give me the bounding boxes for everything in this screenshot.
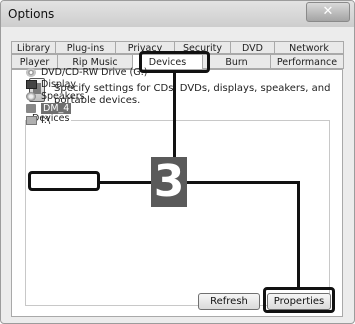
device-label: Speakers [41,91,85,102]
device-item-display[interactable]: Display [26,79,148,91]
device-label: DM_4 [41,103,72,114]
device-label: DVD/CD-RW Drive (G:) [41,67,148,78]
usb-drive-icon [26,116,37,125]
callout-highlight-device [28,171,100,191]
monitor-icon [26,80,37,89]
tab-burn[interactable]: Burn [203,54,271,69]
callout-line [186,181,299,184]
tab-network[interactable]: Network [275,41,344,54]
device-item-speakers[interactable]: Speakers [26,91,148,103]
device-label: Display [41,79,77,90]
step-number-badge: 3 [151,157,187,207]
speaker-icon [26,92,36,101]
device-label: I:\ [41,115,51,126]
devices-list[interactable]: DVD/CD-RW Drive (G:) Display Speakers DM… [26,67,148,127]
tab-library[interactable]: Library [11,41,56,54]
devices-group-box [25,120,330,306]
tab-performance[interactable]: Performance [271,54,344,69]
disc-drive-icon [26,68,36,77]
title-bar[interactable]: Options ✕ [1,1,354,27]
tab-plug-ins[interactable]: Plug-ins [56,41,116,54]
callout-line [99,181,152,184]
close-button[interactable]: ✕ [306,2,350,22]
portable-device-icon [26,104,36,113]
options-dialog: Options ✕ Library Plug-ins Privacy Secur… [0,0,355,324]
refresh-button[interactable]: Refresh [198,293,260,310]
callout-line [173,72,176,160]
device-item-dvd-drive[interactable]: DVD/CD-RW Drive (G:) [26,67,148,79]
tab-dvd[interactable]: DVD [231,41,275,54]
callout-highlight-properties [263,287,335,313]
callout-line [297,181,300,289]
window-title: Options [8,7,55,21]
device-item-usb-drive[interactable]: I:\ [26,115,148,127]
callout-highlight-devices-tab [139,51,210,73]
device-item-dm4[interactable]: DM_4 [26,103,148,115]
